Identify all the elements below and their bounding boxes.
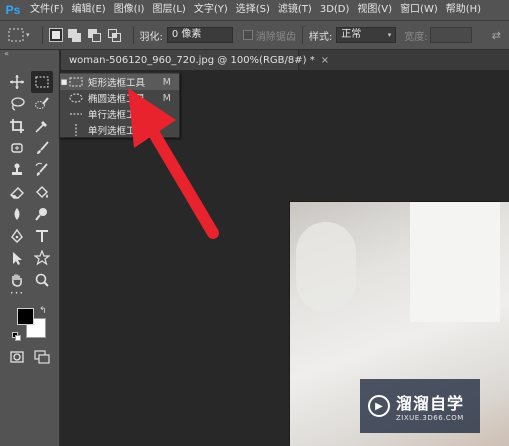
menu-filter[interactable]: 滤镜(T) [274, 0, 316, 20]
watermark-title: 溜溜自学 [396, 394, 465, 413]
menu-3d[interactable]: 3D(D) [316, 0, 354, 20]
menu-select[interactable]: 选择(S) [232, 0, 274, 20]
crop-tool-icon[interactable] [6, 115, 28, 137]
foreground-color-swatch[interactable] [17, 308, 34, 325]
blur-tool-icon[interactable] [6, 203, 28, 225]
menu-type[interactable]: 文字(Y) [190, 0, 232, 20]
default-colors-icon[interactable] [12, 332, 21, 341]
flyout-item-label: 矩形选框工具 [88, 78, 146, 89]
paint-bucket-tool-icon[interactable] [31, 181, 53, 203]
zoom-tool-icon[interactable] [31, 269, 53, 291]
watermark-text: 溜溜自学 ZIXUE.3D66.COM [396, 390, 464, 422]
feather-label: 羽化: [139, 31, 163, 43]
eyedropper-tool-icon[interactable] [31, 115, 53, 137]
play-logo-icon: ▶ [368, 395, 390, 417]
antialias-label: 消除锯齿 [255, 31, 296, 43]
intersect-selection-button[interactable] [107, 28, 123, 42]
ellipse-marquee-icon [68, 93, 84, 103]
swap-colors-icon[interactable]: ↰ [39, 306, 47, 316]
separator [301, 26, 303, 44]
options-bar: ▾ 羽化: 0 像素 消除锯齿 样式: 正常 ▾ 宽度: ⇄ [0, 20, 509, 50]
chevron-down-icon: ▾ [387, 31, 392, 39]
watermark-subtitle: ZIXUE.3D66.COM [396, 414, 464, 422]
lasso-tool-icon[interactable] [6, 93, 28, 115]
style-label: 样式: [308, 31, 333, 43]
antialias-checkbox[interactable] [242, 30, 253, 40]
style-value: 正常 [341, 29, 362, 40]
marquee-tools-flyout: ■ 矩形选框工具 M 椭圆选框工具 M 单行选框工具 单列选框工具 [59, 72, 180, 138]
image-highlight [410, 202, 500, 322]
history-brush-tool-icon[interactable] [31, 159, 53, 181]
menu-layer[interactable]: 图层(L) [148, 0, 189, 20]
menu-edit[interactable]: 编辑(E) [68, 0, 110, 20]
pen-tool-icon[interactable] [6, 225, 28, 247]
menu-view[interactable]: 视图(V) [353, 0, 396, 20]
move-tool-icon[interactable] [6, 71, 28, 93]
path-selection-tool-icon[interactable] [6, 247, 28, 269]
feather-input[interactable]: 0 像素 [166, 27, 233, 43]
document-tab[interactable]: woman-506120_960_720.jpg @ 100%(RGB/8#) … [61, 50, 329, 70]
type-tool-icon[interactable] [31, 225, 53, 247]
brush-tool-icon[interactable] [31, 137, 53, 159]
tool-preset-picker[interactable]: ▾ [8, 28, 30, 42]
new-selection-button[interactable] [48, 28, 63, 42]
flyout-item-single-row-marquee[interactable]: 单行选框工具 [60, 106, 179, 122]
healing-brush-tool-icon[interactable] [6, 137, 28, 159]
quick-mask-icon[interactable] [6, 346, 28, 368]
eraser-tool-icon[interactable] [6, 181, 28, 203]
clone-stamp-tool-icon[interactable] [6, 159, 28, 181]
chevron-down-icon: ▾ [26, 31, 30, 39]
menu-window[interactable]: 窗口(W) [396, 0, 442, 20]
style-select[interactable]: 正常 ▾ [336, 27, 397, 43]
flyout-item-single-column-marquee[interactable]: 单列选框工具 [60, 122, 179, 138]
dodge-tool-icon[interactable] [31, 203, 53, 225]
flyout-item-label: 单列选框工具 [88, 126, 146, 137]
tools-panel: « ··· ↰ [0, 50, 60, 446]
flyout-item-ellipse-marquee[interactable]: 椭圆选框工具 M [60, 90, 179, 106]
rect-marquee-tool-icon[interactable] [31, 71, 53, 93]
settings-icon[interactable]: ⇄ [492, 29, 501, 42]
single-column-marquee-icon [68, 124, 84, 136]
selected-bullet-icon: ■ [60, 78, 68, 86]
add-selection-button[interactable] [67, 28, 83, 42]
document-tab-title: woman-506120_960_720.jpg @ 100%(RGB/8#) … [69, 54, 315, 66]
width-input[interactable] [429, 27, 472, 43]
photoshop-logo: Ps [5, 3, 21, 17]
menu-help[interactable]: 帮助(H) [442, 0, 485, 20]
screen-mode-icon[interactable] [31, 346, 53, 368]
separator [132, 26, 134, 44]
subtract-selection-button[interactable] [87, 28, 103, 42]
panel-collapse-icon[interactable]: « [4, 50, 9, 58]
image-highlight [296, 222, 356, 312]
rect-marquee-preset-icon [8, 28, 24, 42]
custom-shape-tool-icon[interactable] [31, 247, 53, 269]
rect-marquee-icon [68, 77, 84, 87]
close-icon[interactable]: × [321, 55, 329, 66]
menu-image[interactable]: 图像(I) [110, 0, 149, 20]
single-row-marquee-icon [68, 109, 84, 119]
flyout-item-shortcut: M [162, 92, 171, 104]
flyout-item-label: 单行选框工具 [88, 110, 146, 121]
separator [41, 26, 43, 44]
quick-selection-tool-icon[interactable] [31, 93, 53, 115]
flyout-item-label: 椭圆选框工具 [88, 94, 146, 105]
more-tools-icon[interactable]: ··· [6, 282, 28, 304]
width-label: 宽度: [404, 31, 428, 43]
menu-bar: Ps 文件(F) 编辑(E) 图像(I) 图层(L) 文字(Y) 选择(S) 滤… [0, 0, 509, 20]
menu-file[interactable]: 文件(F) [26, 0, 68, 20]
document-tab-bar: woman-506120_960_720.jpg @ 100%(RGB/8#) … [61, 50, 509, 70]
watermark: ▶ 溜溜自学 ZIXUE.3D66.COM [360, 379, 480, 433]
flyout-item-rect-marquee[interactable]: ■ 矩形选框工具 M [60, 74, 179, 90]
flyout-item-shortcut: M [162, 76, 171, 88]
